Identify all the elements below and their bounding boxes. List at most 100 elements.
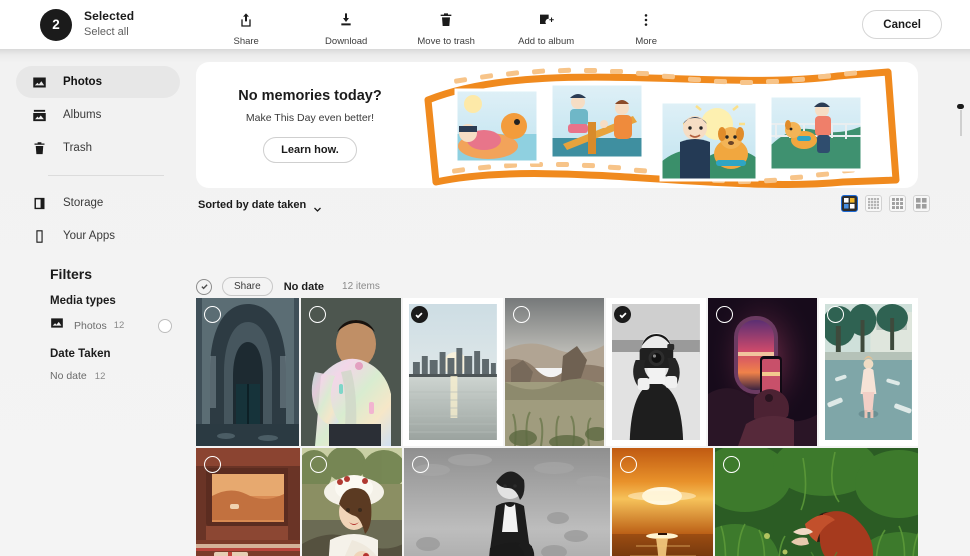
add-to-album-button[interactable]: Add to album	[512, 3, 580, 47]
filter-date-no-date-count: 12	[94, 370, 106, 382]
sidebar-item-trash[interactable]: Trash	[16, 132, 180, 164]
selected-label: Selected	[84, 9, 135, 24]
photo-ocean-sunset[interactable]	[611, 448, 713, 556]
photo-select-checkbox[interactable]	[204, 306, 221, 323]
photo-bw-woman-on-sand[interactable]	[404, 448, 610, 556]
sidebar-item-your-apps-label: Your Apps	[63, 230, 116, 242]
more-vertical-icon	[629, 3, 663, 37]
trash-icon	[429, 3, 463, 37]
memories-banner: No memories today? Make This Day even be…	[196, 62, 918, 188]
scrollbar-thumb[interactable]	[957, 104, 964, 109]
more-button-label: More	[635, 35, 657, 47]
date-taken-heading: Date Taken	[50, 348, 111, 360]
select-all-link[interactable]: Select all	[84, 26, 134, 40]
memories-banner-title: No memories today?	[238, 87, 382, 104]
memories-banner-subtitle: Make This Day even better!	[245, 111, 375, 124]
filter-date-no-date-label: No date	[50, 370, 87, 382]
view-comfort-grid-button[interactable]	[913, 195, 930, 212]
photo-select-checkbox[interactable]	[827, 306, 845, 323]
cancel-button[interactable]: Cancel	[862, 10, 942, 39]
view-small-grid-button[interactable]	[865, 195, 882, 212]
filmstrip-illustration	[418, 62, 918, 188]
trash-icon	[32, 141, 50, 156]
sidebar-item-storage[interactable]: Storage	[16, 187, 180, 219]
sidebar-divider	[48, 175, 164, 176]
sidebar-item-your-apps[interactable]: Your Apps	[16, 220, 180, 252]
photo-thumbnail	[822, 304, 913, 440]
photo-select-checkbox[interactable]	[309, 456, 327, 473]
photos-icon	[32, 75, 50, 90]
move-to-trash-button[interactable]: Move to trash	[412, 3, 480, 47]
photo-grid-row	[196, 298, 919, 446]
share-button-label: Share	[233, 35, 259, 47]
group-header: Share No date 12 items	[196, 277, 380, 296]
add-to-album-icon	[529, 3, 563, 37]
move-to-trash-button-label: Move to trash	[417, 35, 475, 47]
photo-select-checkbox[interactable]	[619, 456, 637, 473]
photo-select-checkbox[interactable]	[308, 306, 326, 323]
view-large-grid-button[interactable]	[841, 195, 858, 212]
scrollbar-track[interactable]	[957, 49, 967, 556]
albums-icon	[32, 108, 50, 123]
filter-media-type-photos[interactable]: Photos 12	[50, 316, 172, 335]
sidebar-item-photos[interactable]: Photos	[16, 66, 180, 98]
photo-small-icon	[50, 316, 64, 335]
photos-app-window: 2 Selected Select all Share Download Mov…	[0, 0, 970, 556]
photo-airplane-window-sunset[interactable]	[708, 298, 818, 446]
group-date-label: No date	[283, 280, 325, 293]
memories-banner-text: No memories today? Make This Day even be…	[196, 62, 424, 188]
download-icon	[329, 3, 363, 37]
share-icon	[229, 3, 263, 37]
check-circle-icon[interactable]	[196, 278, 212, 295]
photo-thumbnail	[404, 448, 610, 556]
photo-thumbnail	[612, 304, 701, 440]
learn-how-button[interactable]: Learn how.	[263, 136, 357, 163]
selection-toolbar: 2 Selected Select all Share Download Mov…	[0, 0, 970, 49]
sidebar-item-albums[interactable]: Albums	[16, 99, 180, 131]
filter-media-type-photos-radio[interactable]	[158, 318, 172, 333]
sidebar-item-trash-label: Trash	[63, 142, 92, 154]
photo-select-checkbox[interactable]	[410, 306, 428, 323]
group-share-button[interactable]: Share	[222, 277, 273, 296]
sidebar: Photos Albums Trash Storage Your Apps Fi…	[0, 49, 196, 556]
photo-woman-in-grass[interactable]	[714, 448, 918, 556]
storage-icon	[32, 196, 50, 211]
sort-control[interactable]: Sorted by date taken	[198, 199, 322, 212]
sidebar-item-albums-label: Albums	[63, 109, 102, 121]
photo-iridescent-shirt-portrait[interactable]	[300, 298, 401, 446]
view-mode-toggles	[841, 195, 930, 212]
selection-summary: 2 Selected Select all	[40, 8, 135, 41]
photo-cathedral-door[interactable]	[196, 298, 299, 446]
filter-media-type-photos-count: 12	[113, 320, 125, 331]
photo-street-walking-woman[interactable]	[819, 298, 919, 446]
main-content: No memories today? Make This Day even be…	[196, 49, 970, 556]
filters-heading: Filters	[50, 266, 93, 282]
photo-city-skyline-water[interactable]	[402, 298, 503, 446]
action-toolbar: Share Download Move to trash Add to albu…	[212, 3, 680, 47]
page-body: Photos Albums Trash Storage Your Apps Fi…	[0, 49, 970, 556]
more-button[interactable]: More	[612, 3, 680, 47]
scrollbar-rail	[960, 110, 962, 136]
photo-select-checkbox[interactable]	[722, 456, 740, 473]
download-button[interactable]: Download	[312, 3, 380, 47]
photo-woman-white-hat[interactable]	[301, 448, 403, 556]
photo-thumbnail	[714, 448, 918, 556]
photo-select-checkbox[interactable]	[512, 306, 530, 323]
photo-train-window-desert[interactable]	[196, 448, 300, 556]
filter-date-no-date[interactable]: No date 12	[50, 370, 196, 382]
group-item-count: 12 items	[342, 281, 380, 292]
filter-media-type-photos-label: Photos	[74, 319, 107, 332]
phone-icon	[32, 229, 50, 244]
sidebar-item-photos-label: Photos	[63, 76, 102, 88]
share-button[interactable]: Share	[212, 3, 280, 47]
chevron-down-icon	[313, 201, 322, 212]
photo-bw-photographer[interactable]	[606, 298, 707, 446]
view-medium-grid-button[interactable]	[889, 195, 906, 212]
photo-canyon-desert[interactable]	[504, 298, 605, 446]
sort-label: Sorted by date taken	[198, 199, 307, 211]
add-to-album-button-label: Add to album	[518, 35, 575, 47]
photo-grid-row	[196, 448, 918, 556]
sidebar-item-storage-label: Storage	[63, 197, 104, 209]
photo-select-checkbox[interactable]	[204, 456, 221, 473]
photo-thumbnail	[408, 304, 497, 440]
